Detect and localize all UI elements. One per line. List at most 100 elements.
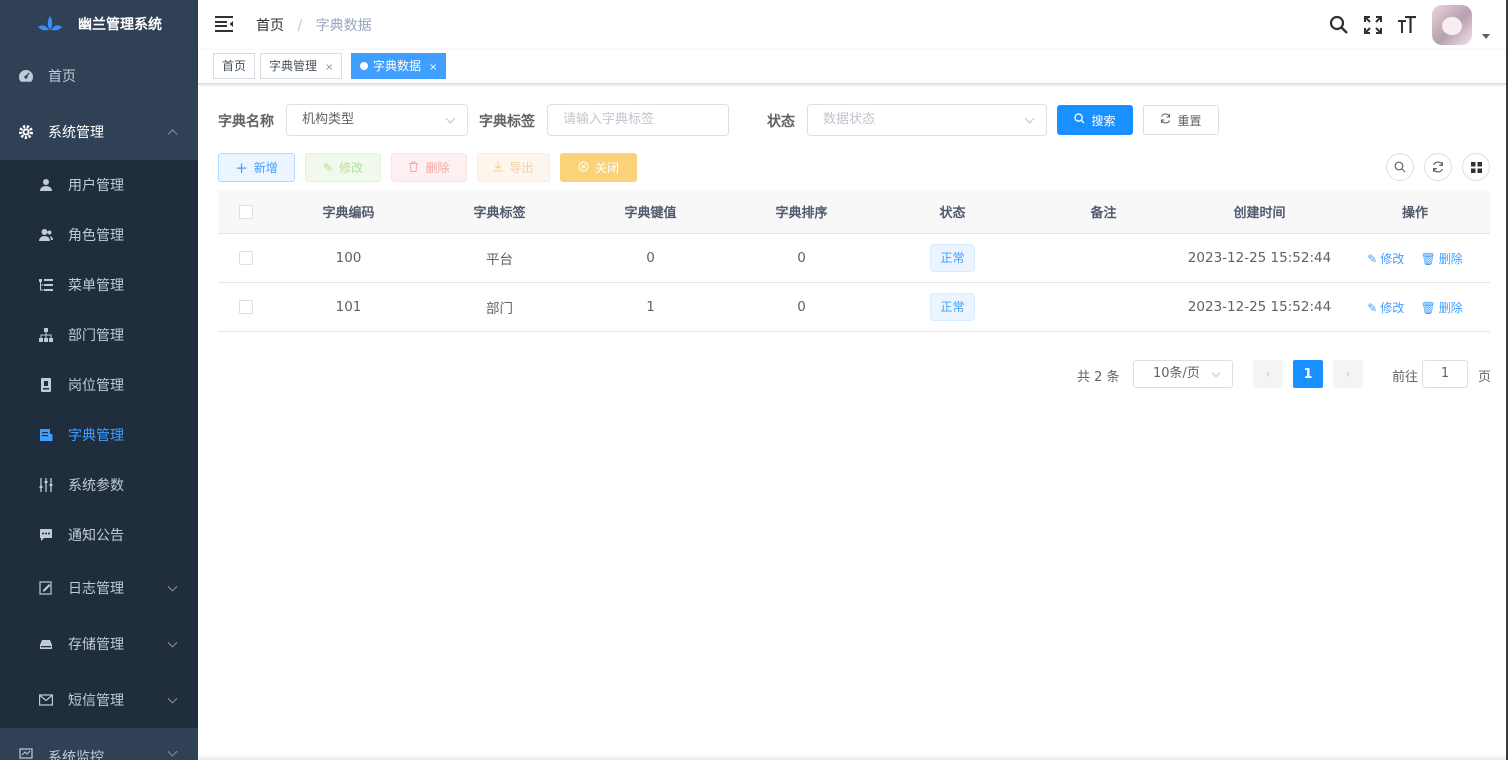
tag-dict-manage[interactable]: 字典管理 × (260, 53, 343, 79)
mail-icon (38, 692, 54, 708)
edit-icon: ✎ (1367, 300, 1378, 315)
sidebar-item-menus[interactable]: 菜单管理 (0, 260, 198, 310)
next-page-button[interactable]: › (1333, 360, 1363, 388)
sidebar-item-logs[interactable]: 日志管理 (0, 560, 198, 616)
dict-icon (38, 427, 54, 443)
row-checkbox[interactable] (238, 251, 253, 265)
table-row: 101 部门 1 0 正常 2023-12-25 15:52:44 ✎ 修改 🗑︎… (218, 283, 1490, 332)
column-header: 操作 (1401, 206, 1428, 221)
sidebar-item-roles[interactable]: 角色管理 (0, 210, 198, 260)
close-button[interactable]: 关闭 (560, 153, 637, 182)
sidebar-item-departments[interactable]: 部门管理 (0, 310, 198, 360)
menu-label: 系统监控 (48, 750, 104, 760)
sidebar-item-label: 存储管理 (68, 637, 124, 653)
chevron-down-icon (1211, 368, 1221, 378)
gear-icon (18, 124, 34, 140)
font-size-icon[interactable] (1396, 14, 1418, 36)
dict-label-input[interactable]: 请输入字典标签 (547, 104, 729, 136)
dict-name-select[interactable]: 机构类型 (286, 104, 468, 136)
columns-button[interactable] (1462, 153, 1490, 181)
edit-button-label: 修改 (339, 161, 364, 175)
status-placeholder: 数据状态 (823, 112, 876, 127)
fullscreen-icon[interactable] (1362, 14, 1384, 36)
row-delete-link[interactable]: 🗑︎ 删除 (1421, 252, 1463, 266)
select-all-cell (218, 204, 273, 219)
orchid-logo-icon (38, 16, 62, 31)
sidebar-item-users[interactable]: 用户管理 (0, 160, 198, 210)
select-all-checkbox[interactable] (238, 204, 253, 219)
dict-sort-cell: 0 (797, 299, 806, 315)
sidebar-item-label: 角色管理 (68, 228, 124, 244)
bottom-shadow (198, 754, 1508, 760)
close-icon[interactable]: × (325, 62, 333, 73)
add-button[interactable]: + 新增 (218, 153, 295, 182)
row-edit-label: 修改 (1380, 300, 1405, 315)
pagination: 共 2 条 10条/页 ‹ 1 › 前往 1 页 (198, 360, 1508, 388)
breadcrumb-separator: / (297, 18, 303, 34)
delete-button[interactable]: 删除 (391, 153, 467, 182)
sidebar-item-dict[interactable]: 字典管理 (0, 410, 198, 460)
page-number-current[interactable]: 1 (1293, 360, 1323, 388)
refresh-button[interactable] (1424, 153, 1452, 181)
dict-data-table: 字典编码 字典标签 字典键值 字典排序 状态 备注 创建时间 操作 100 平台… (218, 190, 1490, 332)
prev-page-button[interactable]: ‹ (1253, 360, 1283, 388)
tag-label: 字典数据 (373, 59, 422, 73)
row-checkbox[interactable] (238, 300, 253, 314)
export-button[interactable]: 导出 (477, 153, 550, 182)
breadcrumb-home[interactable]: 首页 (256, 18, 284, 34)
row-delete-link[interactable]: 🗑︎ 删除 (1421, 301, 1463, 315)
close-circle-icon (578, 160, 589, 175)
row-select-cell (218, 251, 273, 265)
chevron-down-icon (167, 746, 178, 757)
export-button-label: 导出 (509, 161, 534, 175)
sidebar-item-label: 字典管理 (68, 428, 124, 444)
logo[interactable]: 幽兰管理系统 (0, 0, 198, 48)
sidebar-item-sms[interactable]: 短信管理 (0, 672, 198, 728)
main-content: 字典名称 机构类型 字典标签 请输入字典标签 状态 数据状态 搜索 重置 + 新… (198, 84, 1508, 760)
row-edit-link[interactable]: ✎ 修改 (1367, 252, 1404, 266)
sidebar-item-notices[interactable]: 通知公告 (0, 510, 198, 560)
reset-button[interactable]: 重置 (1143, 105, 1219, 135)
goto-label: 前往 (1392, 370, 1419, 385)
menu-label: 系统管理 (48, 125, 104, 141)
dict-label-cell: 部门 (486, 301, 513, 317)
system-submenu: 用户管理 角色管理 菜单管理 部门管理 岗位管理 字典管理 系统参数 通知公告 (0, 160, 198, 728)
trash-icon (408, 161, 419, 175)
close-button-label: 关闭 (594, 161, 619, 175)
page-size-select[interactable]: 10条/页 (1133, 360, 1233, 388)
chevron-down-icon (1024, 113, 1035, 124)
edit-button[interactable]: ✎ 修改 (305, 153, 381, 182)
sidebar-item-label: 部门管理 (68, 328, 124, 344)
dict-name-label: 字典名称 (218, 114, 274, 130)
goto-page-input[interactable]: 1 (1422, 360, 1468, 388)
close-icon[interactable]: × (429, 62, 437, 73)
sidebar-item-posts[interactable]: 岗位管理 (0, 360, 198, 410)
menu-item-system[interactable]: 系统管理 (0, 104, 198, 160)
row-edit-link[interactable]: ✎ 修改 (1367, 301, 1404, 315)
status-select[interactable]: 数据状态 (807, 104, 1047, 136)
sidebar-item-label: 短信管理 (68, 693, 124, 709)
sidebar-item-storage[interactable]: 存储管理 (0, 616, 198, 672)
toggle-search-button[interactable] (1386, 153, 1414, 181)
column-header: 状态 (939, 206, 966, 221)
caret-down-icon[interactable] (1482, 33, 1490, 39)
menu-item-monitor[interactable]: 系统监控 (0, 729, 198, 760)
menu-item-home[interactable]: 首页 (0, 48, 198, 104)
search-button[interactable]: 搜索 (1057, 105, 1133, 135)
actions-cell: ✎ 修改 🗑︎ 删除 (1340, 299, 1490, 316)
tag-dict-data[interactable]: 字典数据 × (351, 53, 447, 79)
chevron-down-icon (167, 581, 178, 592)
tag-label: 首页 (222, 59, 247, 73)
sidebar: 幽兰管理系统 首页 系统管理 用户管理 角色管理 菜单管理 部门管理 岗位管理 … (0, 0, 198, 760)
refresh-icon (1433, 161, 1443, 173)
tag-home[interactable]: 首页 (213, 53, 256, 79)
chevron-left-icon: ‹ (1265, 367, 1271, 381)
row-delete-label: 删除 (1438, 251, 1463, 266)
hamburger-icon[interactable] (215, 16, 233, 32)
search-icon[interactable] (1328, 14, 1350, 36)
sidebar-item-label: 系统参数 (68, 478, 124, 494)
status-badge: 正常 (930, 244, 975, 272)
sidebar-item-params[interactable]: 系统参数 (0, 460, 198, 510)
avatar[interactable] (1432, 5, 1472, 45)
column-header: 字典标签 (473, 206, 526, 221)
